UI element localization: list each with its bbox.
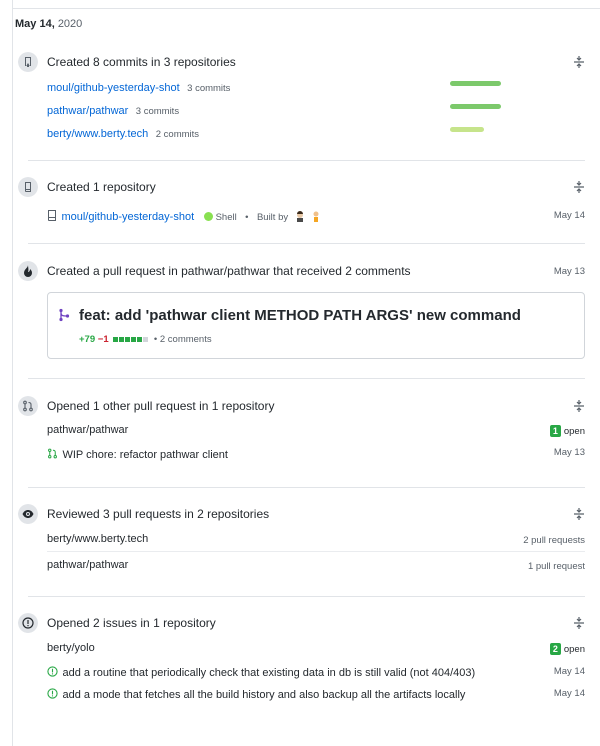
- commit-count[interactable]: 3 commits: [187, 83, 230, 94]
- diff-blocks: [112, 334, 149, 345]
- repo-link[interactable]: berty/www.berty.tech: [47, 533, 148, 545]
- pull-request-item: WIP chore: refactor pathwar client: [47, 445, 228, 463]
- section-divider: [28, 487, 585, 488]
- issue-item: add a mode that fetches all the build hi…: [47, 685, 465, 703]
- additions-count: +79: [79, 334, 96, 345]
- event-date: May 13: [553, 447, 585, 458]
- diff-block: [131, 336, 137, 342]
- pull-request-card[interactable]: feat: add 'pathwar client METHOD PATH AR…: [47, 292, 585, 359]
- commit-share-bar: [450, 81, 501, 86]
- issue-opened-icon: [47, 666, 58, 677]
- section-divider: [28, 596, 585, 597]
- repo-link[interactable]: pathwar/pathwar: [47, 424, 128, 436]
- repo-icon: [48, 210, 56, 221]
- deletions-count: −1: [97, 334, 109, 345]
- pull-request-title: Created a pull request in pathwar/pathwa…: [47, 264, 411, 278]
- pull-request-link[interactable]: WIP chore: refactor pathwar client: [62, 449, 227, 461]
- section-divider: [28, 160, 585, 161]
- git-pull-request-icon: [48, 448, 57, 459]
- repo-link[interactable]: pathwar/pathwar: [181, 264, 270, 278]
- repo-push-icon: [16, 50, 40, 74]
- avatar[interactable]: [311, 211, 321, 222]
- issue-opened-icon: [16, 611, 40, 635]
- fold-icon[interactable]: [573, 508, 585, 520]
- fold-icon[interactable]: [573, 400, 585, 412]
- diff-block: [113, 336, 119, 342]
- section-divider: [28, 243, 585, 244]
- event-date: May 14: [553, 210, 585, 221]
- diff-block: [125, 336, 131, 342]
- commit-count[interactable]: 3 commits: [136, 106, 179, 117]
- event-date: May 13: [553, 266, 585, 277]
- event-date: May 14: [553, 688, 585, 699]
- issue-item: add a routine that periodically check th…: [47, 663, 475, 681]
- event-date: May 14: [553, 666, 585, 677]
- repo-link[interactable]: pathwar/pathwar: [47, 105, 128, 117]
- diff-stat: +79 −1 • 2 comments: [79, 334, 212, 345]
- flame-icon: [16, 259, 40, 283]
- issues-title: Opened 2 issues in 1 repository: [47, 616, 216, 630]
- created-repo-title: Created 1 repository: [47, 180, 156, 194]
- diff-block: [119, 336, 125, 342]
- repo-icon: [16, 175, 40, 199]
- commit-repo-row: berty/www.berty.tech 2 commits: [47, 124, 199, 142]
- created-repo-row: moul/github-yesterday-shot Shell • Built…: [47, 207, 321, 225]
- issue-opened-icon: [47, 688, 58, 699]
- merged-pr-icon: [59, 308, 70, 322]
- reviewed-title: Reviewed 3 pull requests in 2 repositori…: [47, 507, 270, 521]
- commit-count[interactable]: 2 commits: [156, 129, 199, 140]
- repo-link[interactable]: berty/www.berty.tech: [47, 128, 148, 140]
- open-count-badge: 2 open: [549, 643, 585, 655]
- open-count-badge: 1 open: [549, 425, 585, 437]
- top-border: [12, 8, 600, 9]
- language-label: Shell: [215, 212, 237, 223]
- date-heading: May 14, 2020: [15, 18, 83, 30]
- row-divider: [47, 551, 585, 552]
- diff-block: [137, 336, 143, 342]
- commit-repo-row: moul/github-yesterday-shot 3 commits: [47, 78, 230, 96]
- fold-icon[interactable]: [573, 56, 585, 68]
- repo-link[interactable]: moul/github-yesterday-shot: [47, 82, 180, 94]
- git-pull-request-icon: [16, 394, 40, 418]
- repo-link[interactable]: berty/yolo: [47, 642, 95, 654]
- issue-link[interactable]: add a mode that fetches all the build hi…: [62, 689, 465, 701]
- language-color-dot: [203, 212, 213, 221]
- repo-link[interactable]: moul/github-yesterday-shot: [61, 211, 194, 223]
- repo-link[interactable]: pathwar/pathwar: [47, 559, 128, 571]
- comments-count[interactable]: 2 comments: [160, 334, 212, 345]
- commit-repo-row: pathwar/pathwar 3 commits: [47, 101, 179, 119]
- commit-share-bar: [450, 127, 484, 132]
- fold-icon[interactable]: [573, 617, 585, 629]
- pull-request-title-link[interactable]: feat: add 'pathwar client METHOD PATH AR…: [79, 307, 521, 324]
- pull-request-count[interactable]: 1 pull request: [528, 561, 585, 572]
- commit-share-bar: [450, 104, 501, 109]
- avatar[interactable]: [295, 211, 305, 222]
- commits-summary-title: Created 8 commits in 3 repositories: [47, 55, 236, 69]
- pull-request-count[interactable]: 2 pull requests: [523, 535, 585, 546]
- built-by-label: Built by: [256, 212, 289, 223]
- section-divider: [28, 378, 585, 379]
- eye-icon: [16, 502, 40, 526]
- issue-link[interactable]: add a routine that periodically check th…: [62, 667, 475, 679]
- diff-block: [143, 336, 149, 342]
- timeline-line: [12, 0, 13, 746]
- fold-icon[interactable]: [573, 181, 585, 193]
- opened-pr-title: Opened 1 other pull request in 1 reposit…: [47, 399, 275, 413]
